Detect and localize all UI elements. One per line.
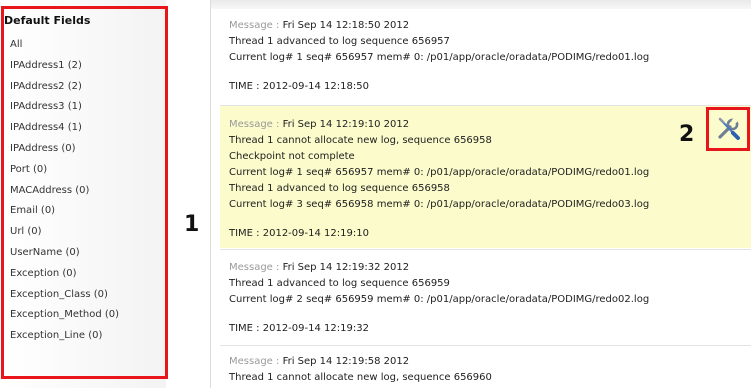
annotation-marker-2: 2 [679,122,695,147]
log-entry: Message : Fri Sep 14 12:19:32 2012 Threa… [220,260,751,340]
log-time-line: TIME : 2012-09-14 12:19:32 [229,323,369,334]
message-label: Message : [229,119,283,130]
tools-icon-graphic [718,117,740,140]
log-text-line: Current log# 1 seq# 656957 mem# 0: /p01/… [229,167,650,178]
sidebar-gutter [166,0,210,388]
log-text-line: Thread 1 cannot allocate new log, sequen… [229,135,492,146]
tools-icon[interactable] [706,107,750,151]
log-text-line: Thread 1 advanced to log sequence 656958 [229,183,450,194]
message-timestamp: Fri Sep 14 12:19:32 2012 [282,262,410,273]
entry-divider [220,249,751,250]
log-message-line: Message : Fri Sep 14 12:19:32 2012 [229,260,751,276]
log-time-line: TIME : 2012-09-14 12:18:50 [229,81,369,92]
log-time-line: TIME : 2012-09-14 12:19:10 [229,228,369,239]
log-entry-highlighted: Message : Fri Sep 14 12:19:10 2012 Threa… [220,106,751,248]
log-text-line: Thread 1 advanced to log sequence 656957 [229,36,450,47]
annotation-box-sidebar [1,6,168,379]
log-text-line: Thread 1 advanced to log sequence 656959 [229,278,450,289]
log-entry: Message : Fri Sep 14 12:18:50 2012 Threa… [220,18,751,103]
log-message-line: Message : Fri Sep 14 12:18:50 2012 [229,18,751,34]
message-timestamp: Fri Sep 14 12:19:58 2012 [282,356,410,367]
log-entry: Message : Fri Sep 14 12:19:58 2012 Threa… [220,354,751,388]
message-timestamp: Fri Sep 14 12:19:10 2012 [282,119,410,130]
message-label: Message : [229,356,283,367]
log-message-line: Message : Fri Sep 14 12:19:10 2012 [229,117,751,133]
annotation-marker-1: 1 [184,212,200,237]
message-timestamp: Fri Sep 14 12:18:50 2012 [282,20,410,31]
message-label: Message : [229,262,283,273]
log-text-line: Current log# 3 seq# 656958 mem# 0: /p01/… [229,199,650,210]
log-viewer-page: Default Fields All IPAddress1 (2) IPAddr… [0,0,751,388]
log-entry-list: Message : Fri Sep 14 12:18:50 2012 Threa… [211,0,751,388]
log-text-line: Current log# 1 seq# 656957 mem# 0: /p01/… [229,52,650,63]
message-label: Message : [229,20,283,31]
log-message-line: Message : Fri Sep 14 12:19:58 2012 [229,354,751,370]
log-text-line: Current log# 2 seq# 656959 mem# 0: /p01/… [229,294,650,305]
log-text-line: Checkpoint not complete [229,151,355,162]
log-text-line: Thread 1 cannot allocate new log, sequen… [229,372,492,383]
entry-divider [220,345,751,346]
